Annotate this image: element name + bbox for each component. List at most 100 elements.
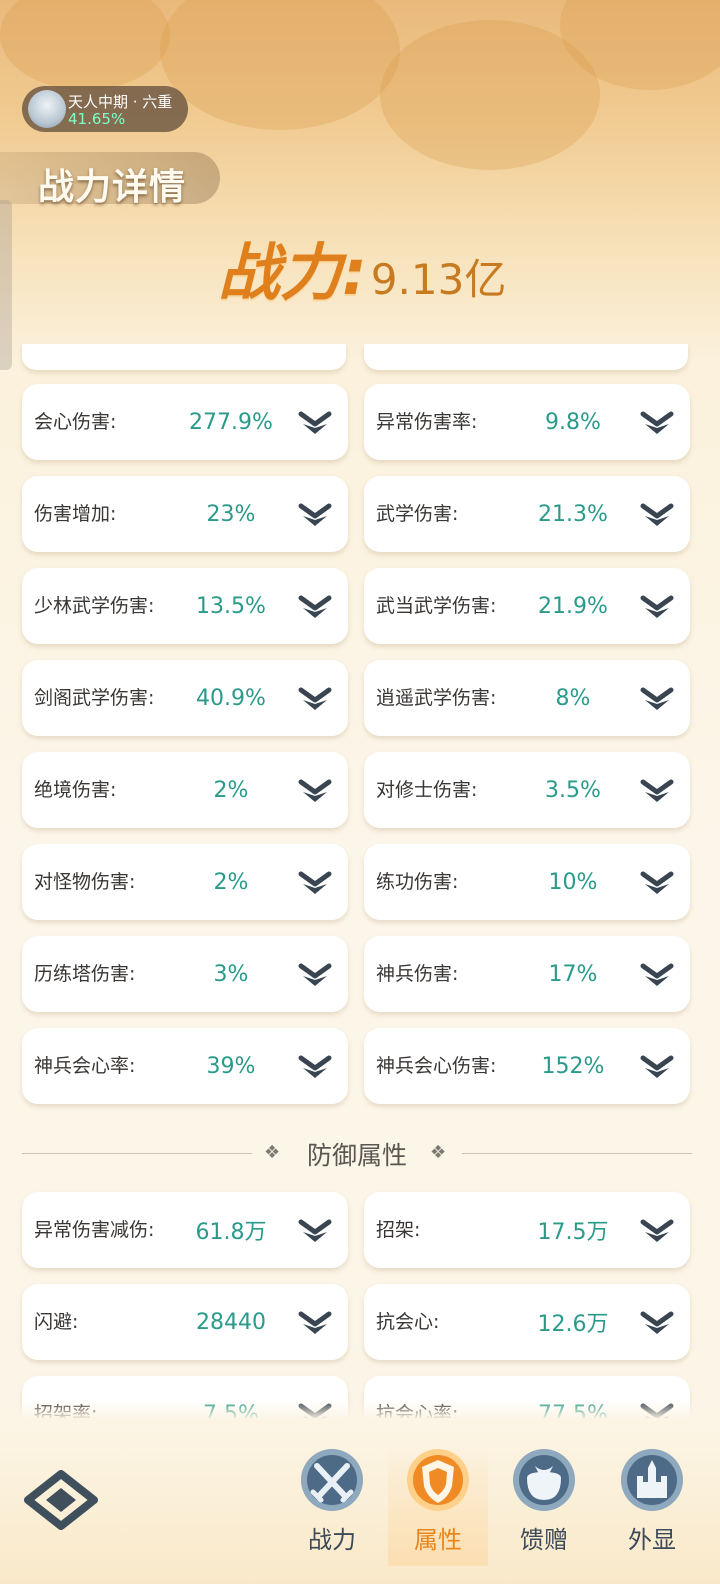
- diamond-ornament-icon: ❖: [430, 1142, 447, 1163]
- stat-value: 39%: [206, 1053, 256, 1079]
- expand-chevron-icon[interactable]: [298, 500, 332, 530]
- menu-icon[interactable]: [24, 1470, 98, 1530]
- expand-chevron-icon[interactable]: [298, 408, 332, 438]
- stat-value: 28440: [196, 1309, 266, 1335]
- stat-card[interactable]: 练功伤害: 10%: [364, 844, 690, 920]
- expand-chevron-icon[interactable]: [298, 1308, 332, 1338]
- gift-bag-icon: [509, 1446, 579, 1518]
- expand-chevron-icon[interactable]: [298, 960, 332, 990]
- stat-value: 2%: [213, 777, 249, 803]
- expand-chevron-icon[interactable]: [640, 868, 674, 898]
- expand-chevron-icon[interactable]: [640, 776, 674, 806]
- stat-card[interactable]: 绝境伤害: 2%: [22, 752, 348, 828]
- stat-label: 少林武学伤害:: [34, 595, 155, 617]
- stat-card[interactable]: 逍遥武学伤害: 8%: [364, 660, 690, 736]
- expand-chevron-icon[interactable]: [640, 684, 674, 714]
- stat-card[interactable]: 少林武学伤害: 13.5%: [22, 568, 348, 644]
- stat-label: 闪避:: [34, 1311, 79, 1333]
- tab-label: 战力: [308, 1526, 356, 1554]
- realm-name: 天人中期 · 六重: [68, 93, 173, 111]
- stat-card[interactable]: 对怪物伤害: 2%: [22, 844, 348, 920]
- stat-card[interactable]: 神兵伤害: 17%: [364, 936, 690, 1012]
- stat-label: 剑阁武学伤害:: [34, 687, 155, 709]
- stat-value: 3.5%: [545, 777, 601, 803]
- stat-card[interactable]: 异常伤害率: 9.8%: [364, 384, 690, 460]
- stat-value: 13.5%: [196, 593, 266, 619]
- expand-chevron-icon[interactable]: [298, 592, 332, 622]
- combat-power: 战力:9.13亿: [218, 222, 506, 312]
- stat-card[interactable]: 剑阁武学伤害: 40.9%: [22, 660, 348, 736]
- tab-label: 外显: [628, 1526, 676, 1554]
- stat-label: 武学伤害:: [376, 503, 459, 525]
- expand-chevron-icon[interactable]: [640, 1308, 674, 1338]
- section-title: 防御属性: [306, 1141, 407, 1170]
- avatar: [28, 90, 66, 128]
- stat-card[interactable]: 异常伤害减伤: 61.8万: [22, 1192, 348, 1268]
- stat-label: 绝境伤害:: [34, 779, 117, 801]
- stat-value: 2%: [213, 869, 249, 895]
- leaf-decor: [0, 0, 170, 90]
- stat-value: 12.6万: [537, 1312, 609, 1337]
- stat-label: 异常伤害减伤:: [34, 1219, 155, 1241]
- expand-chevron-icon[interactable]: [298, 684, 332, 714]
- expand-chevron-icon[interactable]: [298, 868, 332, 898]
- page-title: 战力详情: [38, 167, 187, 208]
- stat-card[interactable]: 武当武学伤害: 21.9%: [364, 568, 690, 644]
- stat-label: 异常伤害率:: [376, 411, 478, 433]
- stat-card[interactable]: 神兵会心率: 39%: [22, 1028, 348, 1104]
- expand-chevron-icon[interactable]: [298, 1052, 332, 1082]
- realm-progress: 41.65%: [68, 110, 126, 128]
- combat-power-value: 9.13亿: [370, 255, 507, 304]
- page-title-tag: 战力详情: [0, 152, 220, 208]
- tab-label: 属性: [414, 1526, 462, 1554]
- stat-card[interactable]: 招架: 17.5万: [364, 1192, 690, 1268]
- stat-label: 招架:: [376, 1219, 421, 1241]
- expand-chevron-icon[interactable]: [640, 960, 674, 990]
- stat-card[interactable]: 闪避: 28440: [22, 1284, 348, 1360]
- castle-icon: [617, 1446, 687, 1518]
- combat-power-label: 战力:: [218, 236, 367, 309]
- stat-card[interactable]: 武学伤害: 21.3%: [364, 476, 690, 552]
- stat-label: 逍遥武学伤害:: [376, 687, 497, 709]
- stat-card[interactable]: 神兵会心伤害: 152%: [364, 1028, 690, 1104]
- stat-label: 会心伤害:: [34, 411, 117, 433]
- stat-label: 武当武学伤害:: [376, 595, 497, 617]
- swords-icon: [297, 1446, 367, 1518]
- expand-chevron-icon[interactable]: [640, 1052, 674, 1082]
- expand-chevron-icon[interactable]: [640, 1216, 674, 1246]
- realm-badge[interactable]: 天人中期 · 六重 41.65%: [22, 86, 188, 132]
- stat-value: 17.5万: [537, 1220, 609, 1245]
- stat-value: 23%: [206, 501, 256, 527]
- stat-card[interactable]: 抗会心: 12.6万: [364, 1284, 690, 1360]
- divider: [462, 1153, 692, 1154]
- expand-chevron-icon[interactable]: [640, 592, 674, 622]
- tab-1[interactable]: 战力: [282, 1446, 382, 1566]
- stat-value: 21.9%: [538, 593, 608, 619]
- stat-label: 练功伤害:: [376, 871, 459, 893]
- stat-label: 抗会心:: [376, 1311, 440, 1333]
- tab-2[interactable]: 属性: [388, 1446, 488, 1566]
- expand-chevron-icon[interactable]: [640, 500, 674, 530]
- expand-chevron-icon[interactable]: [298, 1216, 332, 1246]
- leaf-decor: [160, 0, 400, 130]
- stat-value: 40.9%: [196, 685, 266, 711]
- stat-label: 对怪物伤害:: [34, 871, 136, 893]
- stat-card-partial: [22, 344, 346, 370]
- tab-4[interactable]: 外显: [602, 1446, 702, 1566]
- stat-card[interactable]: 会心伤害: 277.9%: [22, 384, 348, 460]
- tab-label: 馈赠: [520, 1526, 568, 1554]
- stat-card[interactable]: 对修士伤害: 3.5%: [364, 752, 690, 828]
- stat-value: 21.3%: [538, 501, 608, 527]
- stat-card[interactable]: 伤害增加: 23%: [22, 476, 348, 552]
- stat-card[interactable]: 历练塔伤害: 3%: [22, 936, 348, 1012]
- stat-value: 152%: [541, 1053, 605, 1079]
- tab-3[interactable]: 馈赠: [494, 1446, 594, 1566]
- expand-chevron-icon[interactable]: [640, 408, 674, 438]
- expand-chevron-icon[interactable]: [298, 776, 332, 806]
- stat-label: 历练塔伤害:: [34, 963, 136, 985]
- side-drawer-handle[interactable]: [0, 200, 12, 370]
- stat-value: 277.9%: [189, 409, 273, 435]
- stat-value: 9.8%: [545, 409, 601, 435]
- stat-label: 神兵会心率:: [34, 1055, 136, 1077]
- defense-section-header: ❖ 防御属性 ❖: [22, 1134, 692, 1174]
